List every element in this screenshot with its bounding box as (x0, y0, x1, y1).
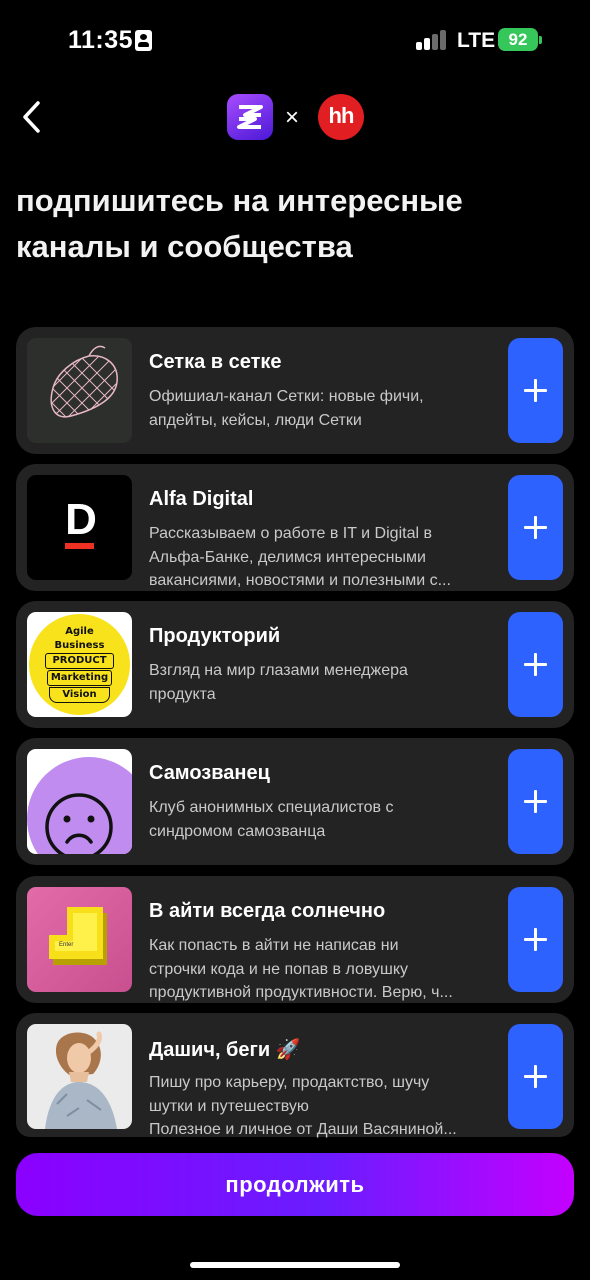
channel-name: В айти всегда солнечно (149, 900, 386, 922)
continue-button[interactable]: продолжить (16, 1153, 574, 1216)
channel-name: Alfa Digital (149, 488, 254, 510)
channel-description: Клуб анонимных специалистов с синдромом … (149, 796, 489, 843)
channel-description-line: Взгляд на мир глазами менеджера (149, 662, 408, 679)
status-time: 11:35 (68, 26, 134, 54)
channel-description-line: продуктивной продуктивности. Верю, ч... (149, 984, 453, 1001)
channel-description: Офишиал-канал Сетки: новые фичи, апдейты… (149, 385, 489, 432)
enter-key-label: Enter (59, 942, 74, 948)
channel-card[interactable]: Сетка в сетке Офишиал-канал Сетки: новые… (16, 327, 574, 454)
channel-card[interactable]: D Alfa Digital Рассказываем о работе в I… (16, 464, 574, 591)
channel-name: Продукторий (149, 625, 281, 647)
network-type: LTE (457, 29, 496, 52)
battery-level: 92 (508, 30, 528, 49)
channel-card[interactable]: Дашич, беги 🚀 Пишу про карьеру, продактс… (16, 1013, 574, 1138)
subscribe-button[interactable] (508, 612, 563, 717)
channel-thumb-burger: Agile Business PRODUCT Marketing Vision (27, 612, 132, 717)
channel-card[interactable]: Самозванец Клуб анонимных специалистов с… (16, 738, 574, 865)
setka-logo (227, 94, 273, 140)
battery-icon: 92 (498, 28, 542, 51)
channel-description-line: Пишу про карьеру, продактство, шучу (149, 1074, 430, 1091)
channel-name: Сетка в сетке (149, 351, 282, 373)
subscribe-button[interactable] (508, 338, 563, 443)
channel-thumb-alfa: D (27, 475, 132, 580)
channel-description: Как попасть в айти не написав ни строчки… (149, 934, 489, 1005)
hh-logo: hh (318, 94, 364, 140)
channel-description-line: синдромом самозванца (149, 822, 326, 840)
alfa-logo-letter: D (65, 495, 97, 544)
home-indicator[interactable] (190, 1262, 400, 1268)
page-title-line: каналы и сообщества (16, 229, 353, 264)
channel-description-line: вакансиями, новостями и полезными с... (149, 572, 451, 589)
channel-description-line: Клуб анонимных специалистов с (149, 799, 394, 816)
channel-description: Пишу про карьеру, продактство, шучу шутк… (149, 1071, 489, 1142)
channel-description-line: продукта (149, 685, 216, 703)
channel-description-line: шутки и путешествую (149, 1097, 309, 1115)
channel-description-line: Альфа-Банке, делимся интересными (149, 548, 426, 566)
status-bar: 11:35 LTE 92 (0, 0, 590, 80)
channel-thumb-portrait (27, 1024, 132, 1129)
page-title-line: подпишитесь на интересные (16, 183, 463, 218)
subscribe-button[interactable] (508, 887, 563, 992)
channel-description-line: Как попасть в айти не написав ни (149, 937, 399, 954)
contact-card-icon (135, 30, 152, 51)
channel-card[interactable]: Enter В айти всегда солнечно Как попасть… (16, 876, 574, 1003)
channel-description: Взгляд на мир глазами менеджера продукта (149, 659, 489, 706)
channel-description-line: Рассказываем о работе в IT и Digital в (149, 525, 432, 542)
signal-strength-icon (416, 30, 448, 50)
page-title: подпишитесь на интересные каналы и сообщ… (16, 178, 556, 270)
channel-name: Дашич, беги 🚀 (149, 1039, 301, 1061)
channel-description-line: Полезное и личное от Даши Васяниной... (149, 1121, 457, 1138)
burger-word: PRODUCT (45, 653, 114, 669)
channel-thumb-enter-key: Enter (27, 887, 132, 992)
channel-name: Самозванец (149, 762, 270, 784)
alfa-logo-bar (65, 543, 94, 549)
chevron-left-icon (23, 101, 40, 133)
partnership-separator: × (285, 104, 300, 131)
subscribe-button[interactable] (508, 475, 563, 580)
burger-word: Vision (49, 687, 110, 703)
channel-card[interactable]: Agile Business PRODUCT Marketing Vision … (16, 601, 574, 728)
subscribe-button[interactable] (508, 749, 563, 854)
subscribe-button[interactable] (508, 1024, 563, 1129)
channel-description: Рассказываем о работе в IT и Digital в А… (149, 522, 489, 593)
channel-thumb-net-bag (27, 338, 132, 443)
back-button[interactable] (18, 98, 48, 136)
burger-word: Business (54, 640, 105, 651)
channel-description-line: строчки кода и не попав в ловушку (149, 960, 409, 978)
burger-word: Agile (65, 626, 94, 637)
channel-description-line: апдейты, кейсы, люди Сетки (149, 411, 362, 429)
burger-word: Marketing (47, 670, 112, 686)
channel-thumb-sad-face (27, 749, 132, 854)
channel-description-line: Офишиал-канал Сетки: новые фичи, (149, 388, 424, 405)
